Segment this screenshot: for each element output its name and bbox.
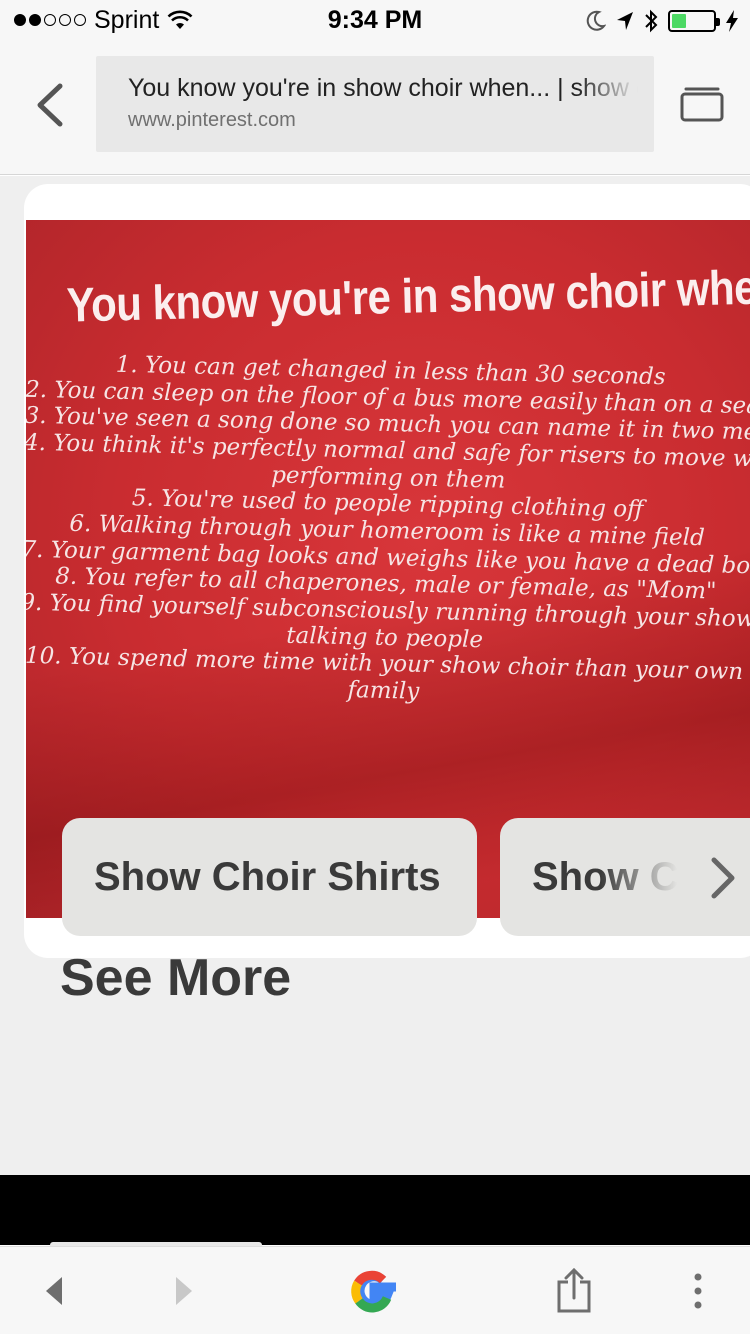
see-more-heading: See More — [60, 949, 292, 1007]
tabs-icon[interactable] — [680, 86, 724, 122]
browser-back-button[interactable] — [24, 1261, 84, 1321]
charging-bolt-icon — [726, 10, 738, 32]
share-icon — [557, 1268, 591, 1313]
status-right — [586, 8, 738, 34]
status-bar: Sprint 9:34 PM — [0, 0, 750, 40]
chip-label: Show Choir Shirts — [94, 854, 441, 899]
chip-label: Show Ch — [532, 854, 704, 899]
more-vertical-icon — [694, 1273, 702, 1309]
battery-level — [672, 14, 686, 28]
browser-forward-button[interactable] — [154, 1261, 214, 1321]
google-logo — [351, 1270, 396, 1313]
page-domain: www.pinterest.com — [128, 109, 296, 131]
share-button[interactable] — [544, 1261, 604, 1321]
related-chip-show-choir-shirts[interactable]: Show Choir Shirts — [62, 818, 477, 936]
black-strip — [0, 1175, 750, 1245]
do-not-disturb-moon-icon — [586, 10, 606, 31]
more-button[interactable] — [668, 1261, 728, 1321]
google-button[interactable] — [344, 1261, 404, 1321]
address-bar[interactable]: You know you're in show choir when... | … — [96, 56, 654, 152]
location-arrow-icon — [617, 12, 633, 30]
pin-image-shirt[interactable]: You know you're in show choir when . . .… — [26, 220, 750, 918]
back-chevron-icon[interactable] — [30, 80, 70, 130]
bluetooth-icon — [645, 9, 658, 33]
triangle-right-icon — [176, 1277, 192, 1305]
browser-address-row: You know you're in show choir when... | … — [0, 40, 750, 175]
page-title: You know you're in show choir when... | … — [128, 74, 638, 102]
battery-icon — [668, 10, 720, 32]
bottom-toolbar — [0, 1246, 750, 1334]
shirt-list: 1. You can get changed in less than 30 s… — [26, 350, 750, 713]
chevron-right-icon[interactable] — [708, 856, 738, 900]
triangle-left-icon — [46, 1277, 62, 1305]
